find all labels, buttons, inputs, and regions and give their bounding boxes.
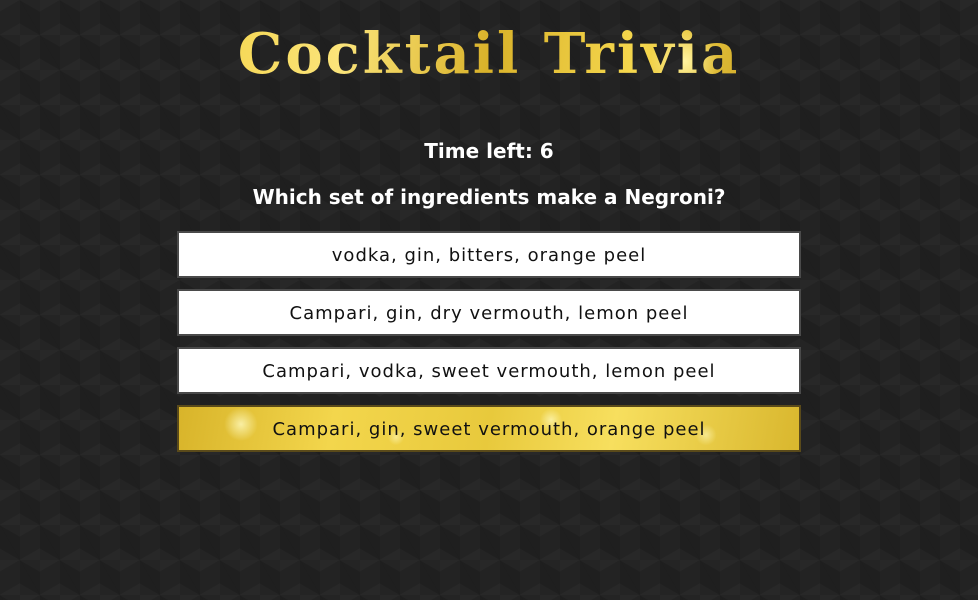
answer-option-2[interactable]: Campari, gin, dry vermouth, lemon peel: [177, 289, 801, 336]
page-title: Cocktail Trivia: [0, 18, 978, 90]
answer-option-1[interactable]: vodka, gin, bitters, orange peel: [177, 231, 801, 278]
timer-text: Time left: 6: [424, 139, 554, 163]
question-text: Which set of ingredients make a Negroni?: [252, 185, 726, 209]
answer-option-3[interactable]: Campari, vodka, sweet vermouth, lemon pe…: [177, 347, 801, 394]
answer-list: vodka, gin, bitters, orange peel Campari…: [177, 231, 801, 463]
answer-option-4[interactable]: Campari, gin, sweet vermouth, orange pee…: [177, 405, 801, 452]
